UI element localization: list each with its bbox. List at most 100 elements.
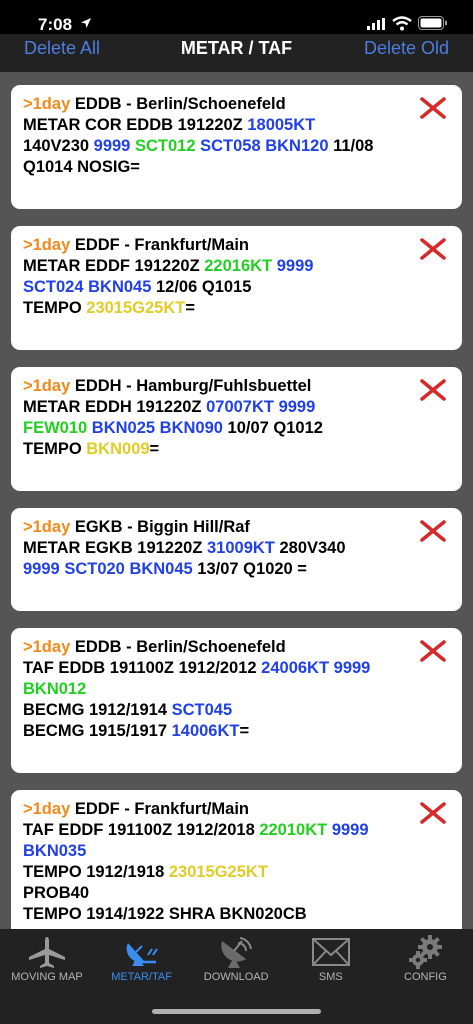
location-arrow-icon xyxy=(81,18,91,28)
report-token-blue: SCT045 xyxy=(171,701,233,719)
report-token-blue: 9999 xyxy=(331,821,369,839)
report-station: EDDB - Berlin/Schoenefeld xyxy=(70,95,286,113)
report-card[interactable]: >1day EDDH - Hamburg/Fuhlsbuettel METAR E… xyxy=(11,367,462,491)
report-text: = xyxy=(239,722,250,740)
report-token-green: FEW010 xyxy=(23,419,88,437)
report-text: METAR COR EDDB 191220Z xyxy=(23,116,248,134)
report-text: TEMPO 1912/1918 xyxy=(23,863,169,881)
report-text: METAR EDDH 191220Z xyxy=(23,398,207,416)
report-text: METAR EGKB 191220Z xyxy=(23,539,207,557)
report-header: >1day EDDF - Frankfurt/Main xyxy=(23,235,450,256)
report-header: >1day EDDB - Berlin/Schoenefeld xyxy=(23,94,450,115)
tab-config[interactable]: CONFIG xyxy=(378,929,472,989)
status-time: 7:08 xyxy=(38,15,73,34)
report-text: TAF EDDF 191100Z 1912/2018 xyxy=(23,821,260,839)
report-token-blue: 9999 xyxy=(333,659,371,677)
report-token-blue: 9999 xyxy=(93,137,131,155)
report-token-blue: 07007KT xyxy=(206,398,274,416)
report-text-line: TAF EDDF 191100Z 1912/2018 22010KT 9999 xyxy=(23,820,450,841)
report-text-line: METAR EDDF 191220Z 22016KT 9999 xyxy=(23,256,450,277)
delete-report-icon[interactable] xyxy=(420,802,446,824)
report-age: >1day xyxy=(23,95,71,113)
battery-icon xyxy=(418,16,447,30)
report-station: EDDH - Hamburg/Fuhlsbuettel xyxy=(70,377,312,395)
report-text-line: Q1014 NOSIG= xyxy=(23,157,450,178)
report-text: 13/07 Q1020 = xyxy=(192,560,307,578)
tab-sms[interactable]: SMS xyxy=(284,929,378,989)
report-token-blue: 24006KT xyxy=(261,659,330,677)
report-token-blue: SCT058 xyxy=(200,137,261,155)
report-card[interactable]: >1day EGKB - Biggin Hill/Raf METAR EGKB 1… xyxy=(11,508,462,611)
report-text-line: FEW010 BKN025 BKN090 10/07 Q1012 xyxy=(23,418,450,439)
report-text-line: TAF EDDB 191100Z 1912/2012 24006KT 9999 xyxy=(23,658,450,679)
report-text-line: 140V230 9999 SCT012 SCT058 BKN120 11/08 xyxy=(23,136,450,157)
report-text: Q1014 NOSIG= xyxy=(23,158,140,176)
home-indicator xyxy=(152,1009,321,1014)
report-text: TAF EDDB 191100Z 1912/2012 xyxy=(23,659,262,677)
tab-metar-taf[interactable]: METAR/TAF xyxy=(95,929,189,989)
report-card[interactable]: >1day EDDB - Berlin/Schoenefeld TAF EDDB … xyxy=(11,628,462,773)
report-text: METAR EDDF 191220Z xyxy=(23,257,205,275)
report-station: EDDF - Frankfurt/Main xyxy=(70,236,250,254)
report-header: >1day EDDB - Berlin/Schoenefeld xyxy=(23,637,450,658)
report-station: EDDB - Berlin/Schoenefeld xyxy=(70,638,286,656)
report-card[interactable]: >1day EDDB - Berlin/Schoenefeld METAR COR… xyxy=(11,85,462,209)
report-list[interactable]: >1day EDDB - Berlin/Schoenefeld METAR COR… xyxy=(11,85,462,1007)
report-text: TEMPO xyxy=(23,299,87,317)
report-token-yellow: BKN009 xyxy=(86,440,150,458)
cell-signal-icon xyxy=(367,18,385,30)
wifi-icon xyxy=(392,16,412,31)
delete-report-icon[interactable] xyxy=(420,238,446,260)
report-header: >1day EDDF - Frankfurt/Main xyxy=(23,799,450,820)
report-age: >1day xyxy=(23,518,71,536)
report-text: TEMPO 1914/1922 SHRA BKN020CB xyxy=(23,905,307,923)
report-token-yellow: 23015G25KT xyxy=(86,299,186,317)
report-text: 10/07 Q1012 xyxy=(222,419,323,437)
report-text: = xyxy=(185,299,195,317)
delete-report-icon[interactable] xyxy=(420,640,446,662)
report-token-blue: BKN045 xyxy=(88,278,152,296)
delete-old-button[interactable]: Delete Old xyxy=(364,38,449,59)
report-age: >1day xyxy=(23,236,71,254)
report-token-blue: BKN120 xyxy=(265,137,329,155)
tab-moving-map[interactable]: MOVING MAP xyxy=(0,929,94,989)
report-text-line: METAR EDDH 191220Z 07007KT 9999 xyxy=(23,397,450,418)
tab-label: DOWNLOAD xyxy=(203,971,269,983)
tab-label: CONFIG xyxy=(404,971,447,983)
report-token-green: 22016KT xyxy=(204,257,273,275)
report-token-green: SCT012 xyxy=(134,137,196,155)
report-token-green: 22010KT xyxy=(259,821,328,839)
report-token-blue: 31009KT xyxy=(207,539,275,557)
report-text: 12/06 Q1015 xyxy=(151,278,252,296)
report-text: 280V340 xyxy=(274,539,346,557)
tab-download[interactable]: DOWNLOAD xyxy=(189,929,283,989)
delete-report-icon[interactable] xyxy=(420,97,446,119)
report-text-line: METAR EGKB 191220Z 31009KT 280V340 xyxy=(23,538,450,559)
report-text: = xyxy=(149,440,160,458)
report-text-line: TEMPO 1914/1922 SHRA BKN020CB xyxy=(23,904,450,925)
report-text-line: PROB40 xyxy=(23,883,450,904)
report-age: >1day xyxy=(23,800,71,818)
report-token-blue: 9999 xyxy=(278,398,316,416)
report-station: EDDF - Frankfurt/Main xyxy=(70,800,250,818)
report-station: EGKB - Biggin Hill/Raf xyxy=(70,518,250,536)
delete-report-icon[interactable] xyxy=(420,520,446,542)
report-text: TEMPO xyxy=(23,440,87,458)
report-token-blue: SCT024 xyxy=(23,278,84,296)
tab-label: METAR/TAF xyxy=(111,971,172,983)
report-text-line: TEMPO 23015G25KT= xyxy=(23,298,450,319)
delete-report-icon[interactable] xyxy=(420,379,446,401)
nav-bar: Delete All METAR / TAF Delete Old xyxy=(0,34,473,72)
report-text-line: BECMG 1915/1917 14006KT= xyxy=(23,721,450,742)
report-card[interactable]: >1day EDDF - Frankfurt/Main METAR EDDF 19… xyxy=(11,226,462,350)
report-text-line: 9999 SCT020 BKN045 13/07 Q1020 = xyxy=(23,559,450,580)
report-text: BECMG 1915/1917 xyxy=(23,722,172,740)
report-token-yellow: 23015G25KT xyxy=(168,863,268,881)
status-bar: 7:08 xyxy=(0,0,473,34)
report-text: 140V230 xyxy=(23,137,94,155)
report-token-blue: BKN025 xyxy=(91,419,156,437)
report-age: >1day xyxy=(23,638,71,656)
report-token-blue: 18005KT xyxy=(247,116,316,134)
report-text-line: TEMPO 1912/1918 23015G25KT xyxy=(23,862,450,883)
tab-label: SMS xyxy=(318,971,343,983)
